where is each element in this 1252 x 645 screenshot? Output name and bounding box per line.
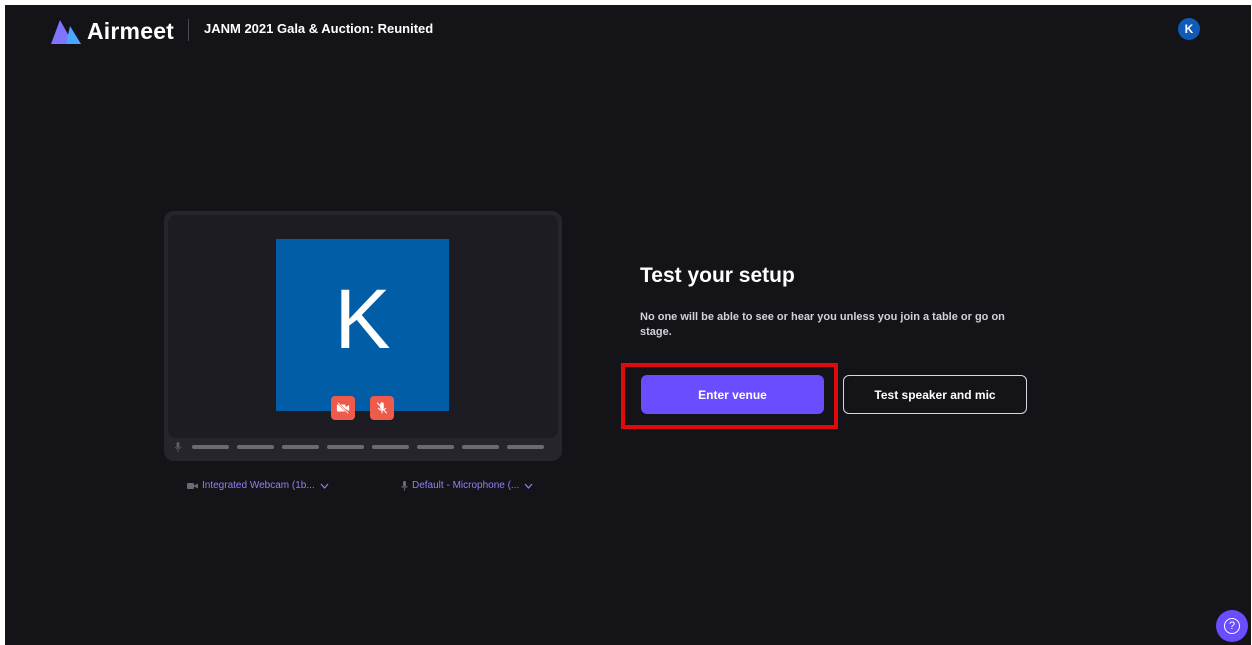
level-segment (327, 445, 364, 449)
mic-icon (401, 480, 408, 491)
camera-toggle-button[interactable] (331, 396, 355, 420)
setup-title: Test your setup (640, 264, 795, 287)
level-segment (462, 445, 499, 449)
self-video-tile: K (276, 239, 449, 411)
level-segment (282, 445, 319, 449)
user-avatar[interactable]: K (1178, 18, 1200, 40)
header-divider (188, 19, 189, 41)
mic-level-meter (174, 442, 544, 452)
camera-device-label: Integrated Webcam (1b... (202, 480, 315, 491)
video-off-icon (336, 402, 350, 414)
chevron-down-icon (524, 483, 533, 489)
mic-device-select[interactable]: Default - Microphone (... (401, 480, 533, 491)
mic-off-icon (376, 402, 388, 414)
brand-name: Airmeet (87, 18, 175, 44)
airmeet-logo-icon (51, 19, 81, 44)
tile-initial: K (334, 272, 391, 366)
level-segment (417, 445, 454, 449)
camera-icon (187, 482, 198, 489)
test-speaker-mic-button[interactable]: Test speaker and mic (843, 375, 1027, 414)
top-bar: Airmeet JANM 2021 Gala & Auction: Reunit… (5, 5, 1251, 55)
event-title: JANM 2021 Gala & Auction: Reunited (204, 21, 434, 36)
help-button[interactable]: ? (1216, 610, 1248, 642)
app-window: Airmeet JANM 2021 Gala & Auction: Reunit… (5, 5, 1251, 645)
mic-icon (174, 442, 182, 452)
setup-description: No one will be able to see or hear you u… (640, 311, 1005, 338)
airmeet-logo[interactable]: Airmeet (51, 18, 174, 45)
level-segment (192, 445, 229, 449)
level-segment (507, 445, 544, 449)
highlight-annotation (621, 363, 838, 429)
camera-device-select[interactable]: Integrated Webcam (1b... (187, 480, 329, 491)
chevron-down-icon (320, 483, 329, 489)
mic-device-label: Default - Microphone (... (412, 480, 520, 491)
level-segment (237, 445, 274, 449)
help-icon: ? (1224, 618, 1240, 634)
level-segment (372, 445, 409, 449)
mic-toggle-button[interactable] (370, 396, 394, 420)
